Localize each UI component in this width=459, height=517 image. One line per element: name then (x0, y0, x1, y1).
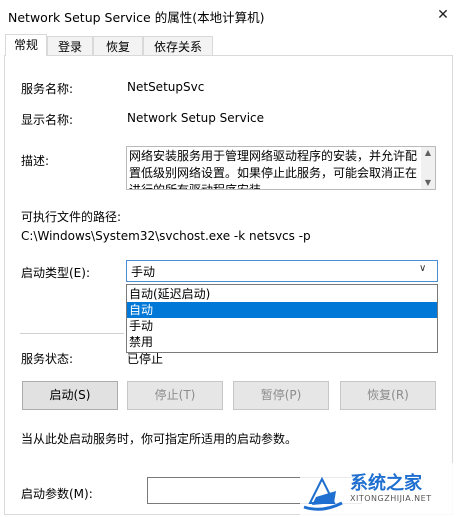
start-params-hint: 当从此处启动服务时，你可指定所适用的启动参数。 (21, 432, 298, 446)
startup-type-dropdown: 自动(延迟启动) 自动 手动 禁用 (126, 284, 438, 353)
description-textbox[interactable]: 网络安装服务用于管理网络驱动程序的安装，并允许配 置低级别网络设置。如果停止此服… (126, 146, 436, 190)
startup-option-disabled[interactable]: 禁用 (127, 334, 437, 350)
exe-path-label: 可执行文件的路径: (21, 210, 122, 224)
pause-button[interactable]: 暂停(P) (233, 381, 329, 410)
description-label: 描述: (21, 154, 50, 168)
divider (20, 333, 124, 334)
close-icon[interactable]: ✕ (430, 3, 456, 27)
description-line: 进行的所有驱动程序安装。 (129, 183, 274, 190)
chevron-down-icon[interactable]: ∨ (419, 263, 426, 274)
start-button[interactable]: 启动(S) (22, 381, 118, 410)
window-title: Network Setup Service 的属性(本地计算机) (8, 10, 265, 25)
startup-type-current: 手动 (131, 265, 156, 279)
tab-logon[interactable]: 登录 (47, 36, 93, 56)
startup-type-label: 启动类型(E): (21, 266, 90, 280)
tab-dependencies[interactable]: 依存关系 (143, 36, 213, 56)
exe-path-value: C:\Windows\System32\svchost.exe -k netsv… (21, 229, 311, 243)
description-text: 网络安装服务用于管理网络驱动程序的安装，并允许配 置低级别网络设置。如果停止此服… (129, 148, 419, 190)
display-name-label: 显示名称: (21, 113, 74, 127)
description-line: 网络安装服务用于管理网络驱动程序的安装，并允许配 (129, 149, 418, 163)
description-scrollbar[interactable]: ▲ ▼ (421, 147, 435, 189)
stop-button[interactable]: 停止(T) (127, 381, 223, 410)
tab-general[interactable]: 常规 (5, 34, 47, 56)
scroll-down-icon[interactable]: ▼ (421, 177, 435, 189)
title-bar: Network Setup Service 的属性(本地计算机) ✕ (0, 0, 459, 30)
startup-option-manual[interactable]: 手动 (127, 318, 437, 334)
startup-type-select[interactable]: 手动 ∨ (126, 260, 438, 282)
description-line: 置低级别网络设置。如果停止此服务，可能会取消正在 (129, 166, 418, 180)
startup-option-auto[interactable]: 自动 (127, 302, 437, 318)
resume-button[interactable]: 恢复(R) (340, 381, 436, 410)
watermark-url: XITONGZHIJIA.NET (350, 494, 432, 503)
scroll-up-icon[interactable]: ▲ (421, 147, 435, 159)
watermark: 系统之家 XITONGZHIJIA.NET (300, 463, 459, 517)
service-name-label: 服务名称: (21, 82, 74, 96)
watermark-brand: 系统之家 (350, 473, 422, 494)
service-name-value: NetSetupSvc (127, 80, 205, 94)
tab-recovery[interactable]: 恢复 (93, 36, 143, 56)
display-name-value: Network Setup Service (127, 111, 265, 125)
startup-option-auto-delayed[interactable]: 自动(延迟启动) (127, 286, 437, 302)
status-label: 服务状态: (21, 352, 74, 366)
start-params-label: 启动参数(M): (21, 487, 93, 501)
